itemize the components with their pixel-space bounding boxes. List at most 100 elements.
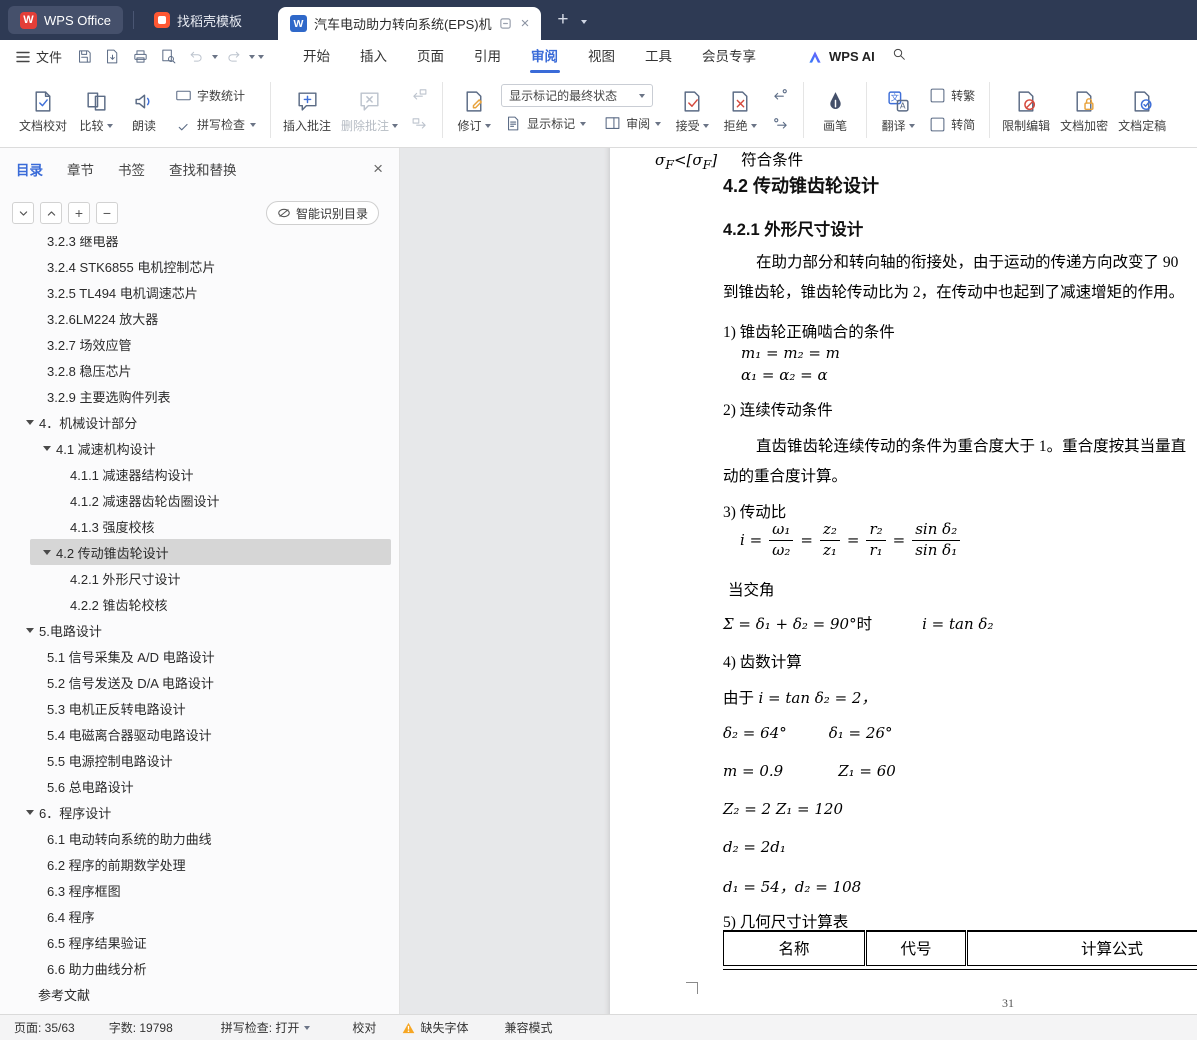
next-change-button[interactable] bbox=[767, 112, 793, 137]
status-compat-mode[interactable]: 兼容模式 bbox=[504, 1019, 552, 1036]
toc-item[interactable]: 5.4 电磁离合器驱动电路设计 bbox=[0, 721, 399, 747]
toc-item[interactable]: 4.1.3 强度校核 bbox=[0, 513, 399, 539]
tab-reference[interactable]: 引用 bbox=[459, 40, 516, 73]
ink-pen-button[interactable]: 画笔 bbox=[811, 78, 859, 142]
status-spell-check[interactable]: 拼写检查: 打开 bbox=[221, 1019, 311, 1036]
reject-revision-button[interactable]: 拒绝 bbox=[716, 78, 764, 142]
restrict-editing-button[interactable]: 限制编辑 bbox=[997, 78, 1055, 142]
toc-collapse-icon[interactable] bbox=[43, 549, 51, 555]
word-count-button[interactable]: 123 字数统计 bbox=[171, 83, 260, 108]
tab-tools[interactable]: 工具 bbox=[630, 40, 687, 73]
redo-button[interactable] bbox=[221, 45, 246, 69]
sidebar-tab-contents[interactable]: 目录 bbox=[16, 159, 43, 179]
compare-button[interactable]: 比较 bbox=[72, 78, 120, 142]
undo-button[interactable] bbox=[184, 45, 209, 69]
accept-revision-button[interactable]: 接受 bbox=[668, 78, 716, 142]
next-comment-button[interactable] bbox=[406, 112, 432, 137]
toc-item[interactable]: 6.5 程序结果验证 bbox=[0, 929, 399, 955]
toc-item[interactable]: 3.2.9 主要选购件列表 bbox=[0, 383, 399, 409]
toc-item[interactable]: 5.3 电机正反转电路设计 bbox=[0, 695, 399, 721]
to-simplified-button[interactable]: 繁 转简 bbox=[925, 112, 979, 137]
read-aloud-button[interactable]: 朗读 bbox=[120, 78, 168, 142]
save-button[interactable] bbox=[72, 45, 97, 69]
toc-item[interactable]: 参考文献 bbox=[0, 981, 399, 1007]
toc-collapse-icon[interactable] bbox=[26, 419, 34, 425]
document-page[interactable]: σF<[σF]符合条件 H2 4.2 传动锥齿轮设计 4.2.1 外形尺寸设计 … bbox=[610, 148, 1197, 1014]
toc-item[interactable]: 4.2.1 外形尺寸设计 bbox=[0, 565, 399, 591]
prev-comment-button[interactable] bbox=[406, 83, 432, 108]
sidebar-tab-bookmarks[interactable]: 书签 bbox=[118, 159, 145, 179]
undo-caret-icon[interactable] bbox=[212, 54, 219, 59]
export-pdf-button[interactable] bbox=[100, 45, 125, 69]
toc-item[interactable]: 6.6 助力曲线分析 bbox=[0, 955, 399, 981]
document-tab[interactable]: W 汽车电动助力转向系统(EPS)机 × bbox=[277, 7, 542, 40]
toc-item[interactable]: 5.5 电源控制电路设计 bbox=[0, 747, 399, 773]
status-missing-font[interactable]: 缺失字体 bbox=[402, 1019, 468, 1036]
toc-item[interactable]: 4．机械设计部分 bbox=[0, 409, 399, 435]
new-tab-button[interactable]: + bbox=[557, 9, 568, 31]
tab-insert[interactable]: 插入 bbox=[345, 40, 402, 73]
file-menu-button[interactable]: 文件 bbox=[16, 47, 62, 66]
status-word-count[interactable]: 字数: 19798 bbox=[109, 1019, 173, 1036]
toc-item[interactable]: 6．程序设计 bbox=[0, 799, 399, 825]
toc-item[interactable]: 3.2.5 TL494 电机调速芯片 bbox=[0, 279, 399, 305]
review-pane-button[interactable]: 审阅 bbox=[600, 111, 665, 136]
encrypt-document-button[interactable]: 文档加密 bbox=[1055, 78, 1113, 142]
search-icon[interactable] bbox=[891, 46, 907, 67]
print-button[interactable] bbox=[128, 45, 153, 69]
sidebar-close-icon[interactable]: × bbox=[373, 159, 383, 179]
quickbar-more-caret-icon[interactable] bbox=[258, 54, 265, 59]
toc-collapse-icon[interactable] bbox=[26, 627, 34, 633]
insert-comment-button[interactable]: 插入批注 bbox=[278, 78, 336, 142]
spell-check-button[interactable]: ABC 拼写检查 bbox=[171, 112, 260, 137]
sidebar-tab-find-replace[interactable]: 查找和替换 bbox=[169, 159, 237, 179]
toc-item[interactable]: 6.1 电动转向系统的助力曲线 bbox=[0, 825, 399, 851]
print-preview-button[interactable] bbox=[156, 45, 181, 69]
toc-item[interactable]: 5.2 信号发送及 D/A 电路设计 bbox=[0, 669, 399, 695]
toc-item[interactable]: 4.1 减速机构设计 bbox=[0, 435, 399, 461]
toc-item[interactable]: 3.2.4 STK6855 电机控制芯片 bbox=[0, 253, 399, 279]
toc-item[interactable]: 3.2.7 场效应管 bbox=[0, 331, 399, 357]
toc-item[interactable]: 3.2.3 继电器 bbox=[0, 236, 399, 253]
toc-item[interactable]: 4.1.2 减速器齿轮齿圈设计 bbox=[0, 487, 399, 513]
toc-item-selected[interactable]: 4.2 传动锥齿轮设计 bbox=[30, 539, 391, 565]
tab-page[interactable]: 页面 bbox=[402, 40, 459, 73]
zoom-in-outline-button[interactable]: + bbox=[68, 202, 90, 224]
tab-close-icon[interactable]: × bbox=[521, 15, 530, 32]
sidebar-tab-chapters[interactable]: 章节 bbox=[67, 159, 94, 179]
toc-collapse-icon[interactable] bbox=[43, 445, 51, 451]
template-tab[interactable]: 找稻壳模板 bbox=[144, 6, 252, 34]
toc-item[interactable]: 5.电路设计 bbox=[0, 617, 399, 643]
collapse-all-button[interactable] bbox=[12, 202, 34, 224]
toc-item[interactable]: 6.4 程序 bbox=[0, 903, 399, 929]
track-changes-button[interactable]: 修订 bbox=[450, 78, 498, 142]
markup-state-dropdown[interactable]: 显示标记的最终状态 bbox=[501, 84, 654, 107]
toc-item[interactable]: 3.2.8 稳压芯片 bbox=[0, 357, 399, 383]
show-markup-button[interactable]: 显示标记 bbox=[501, 111, 590, 136]
tab-home[interactable]: 开始 bbox=[288, 40, 345, 73]
translate-button[interactable]: 文A 翻译 bbox=[874, 78, 922, 142]
smart-toc-button[interactable]: 智能识别目录 bbox=[265, 201, 379, 225]
redo-caret-icon[interactable] bbox=[249, 54, 256, 59]
wps-ai-button[interactable]: WPS AI bbox=[807, 49, 875, 65]
toc-item[interactable]: 6.3 程序框图 bbox=[0, 877, 399, 903]
zoom-out-outline-button[interactable]: − bbox=[96, 202, 118, 224]
expand-all-button[interactable] bbox=[40, 202, 62, 224]
toc-item[interactable]: 6.2 程序的前期数学处理 bbox=[0, 851, 399, 877]
tab-list-caret-icon[interactable] bbox=[580, 11, 587, 29]
finalize-document-button[interactable]: 文档定稿 bbox=[1113, 78, 1171, 142]
status-proofread[interactable]: 校对 bbox=[352, 1019, 376, 1036]
prev-change-button[interactable] bbox=[767, 83, 793, 108]
wps-home-tab[interactable]: W WPS Office bbox=[8, 6, 123, 34]
toc-item[interactable]: 3.2.6LM224 放大器 bbox=[0, 305, 399, 331]
to-traditional-button[interactable]: 简 转繁 bbox=[925, 83, 979, 108]
delete-comment-button[interactable]: 删除批注 bbox=[336, 78, 403, 142]
toc-item[interactable]: 4.2.2 锥齿轮校核 bbox=[0, 591, 399, 617]
toc-item[interactable]: 4.1.1 减速器结构设计 bbox=[0, 461, 399, 487]
toc-collapse-icon[interactable] bbox=[26, 809, 34, 815]
tab-view[interactable]: 视图 bbox=[573, 40, 630, 73]
toc-item[interactable]: 5.6 总电路设计 bbox=[0, 773, 399, 799]
proofread-button[interactable]: 文档校对 bbox=[14, 78, 72, 142]
tab-review[interactable]: 审阅 bbox=[516, 40, 573, 73]
status-page-indicator[interactable]: 页面: 35/63 bbox=[14, 1019, 75, 1036]
